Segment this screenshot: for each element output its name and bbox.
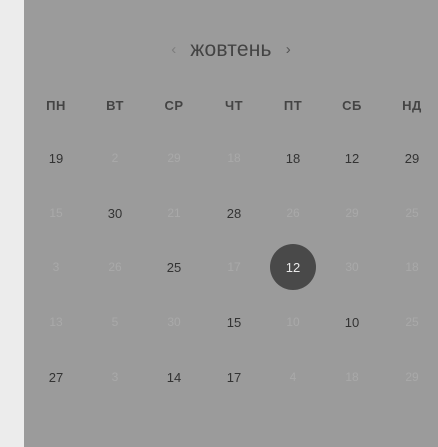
day-cell[interactable]: 15 [214, 302, 254, 342]
day-cell-outside-month[interactable]: 3 [36, 247, 76, 287]
day-cell[interactable]: 18 [273, 138, 313, 178]
day-cell-outside-month[interactable]: 3 [95, 357, 135, 397]
day-cell-outside-month[interactable]: 2 [95, 138, 135, 178]
day-cell[interactable]: 30 [95, 193, 135, 233]
day-cell-outside-month[interactable]: 29 [332, 193, 372, 233]
day-cell-outside-month[interactable]: 15 [36, 193, 76, 233]
day-cell[interactable]: 27 [36, 357, 76, 397]
day-cell-outside-month[interactable]: 21 [154, 193, 194, 233]
day-cell[interactable]: 17 [214, 357, 254, 397]
day-cell-outside-month[interactable]: 18 [392, 247, 432, 287]
day-grid: 19 2 29 18 18 12 29 15 30 21 28 26 29 25 3 26 25 17 12 30 18… [24, 0, 438, 447]
day-cell[interactable]: 19 [36, 138, 76, 178]
day-cell-outside-month[interactable]: 30 [154, 302, 194, 342]
day-cell-outside-month[interactable]: 25 [392, 193, 432, 233]
day-cell-outside-month[interactable]: 18 [214, 138, 254, 178]
day-cell-outside-month[interactable]: 30 [332, 247, 372, 287]
day-cell-outside-month[interactable]: 13 [36, 302, 76, 342]
day-cell[interactable]: 10 [332, 302, 372, 342]
selected-day[interactable]: 12 [270, 244, 316, 290]
day-cell[interactable]: 29 [392, 138, 432, 178]
day-cell-outside-month[interactable]: 29 [392, 357, 432, 397]
day-cell-outside-month[interactable]: 5 [95, 302, 135, 342]
day-cell-outside-month[interactable]: 17 [214, 247, 254, 287]
left-strip [0, 0, 24, 447]
day-cell-outside-month[interactable]: 25 [392, 302, 432, 342]
day-cell[interactable]: 25 [154, 247, 194, 287]
day-cell[interactable]: 28 [214, 193, 254, 233]
calendar-panel: ‹ жовтень › ПН ВТ СР ЧТ ПТ СБ НД 19 2 29 18 18 12 29… [24, 0, 438, 447]
day-cell-outside-month[interactable]: 4 [273, 357, 313, 397]
day-cell[interactable]: 14 [154, 357, 194, 397]
day-cell[interactable]: 12 [332, 138, 372, 178]
day-cell-outside-month[interactable]: 29 [154, 138, 194, 178]
day-cell-outside-month[interactable]: 10 [273, 302, 313, 342]
day-cell-outside-month[interactable]: 26 [95, 247, 135, 287]
day-cell-outside-month[interactable]: 26 [273, 193, 313, 233]
day-cell-outside-month[interactable]: 18 [332, 357, 372, 397]
